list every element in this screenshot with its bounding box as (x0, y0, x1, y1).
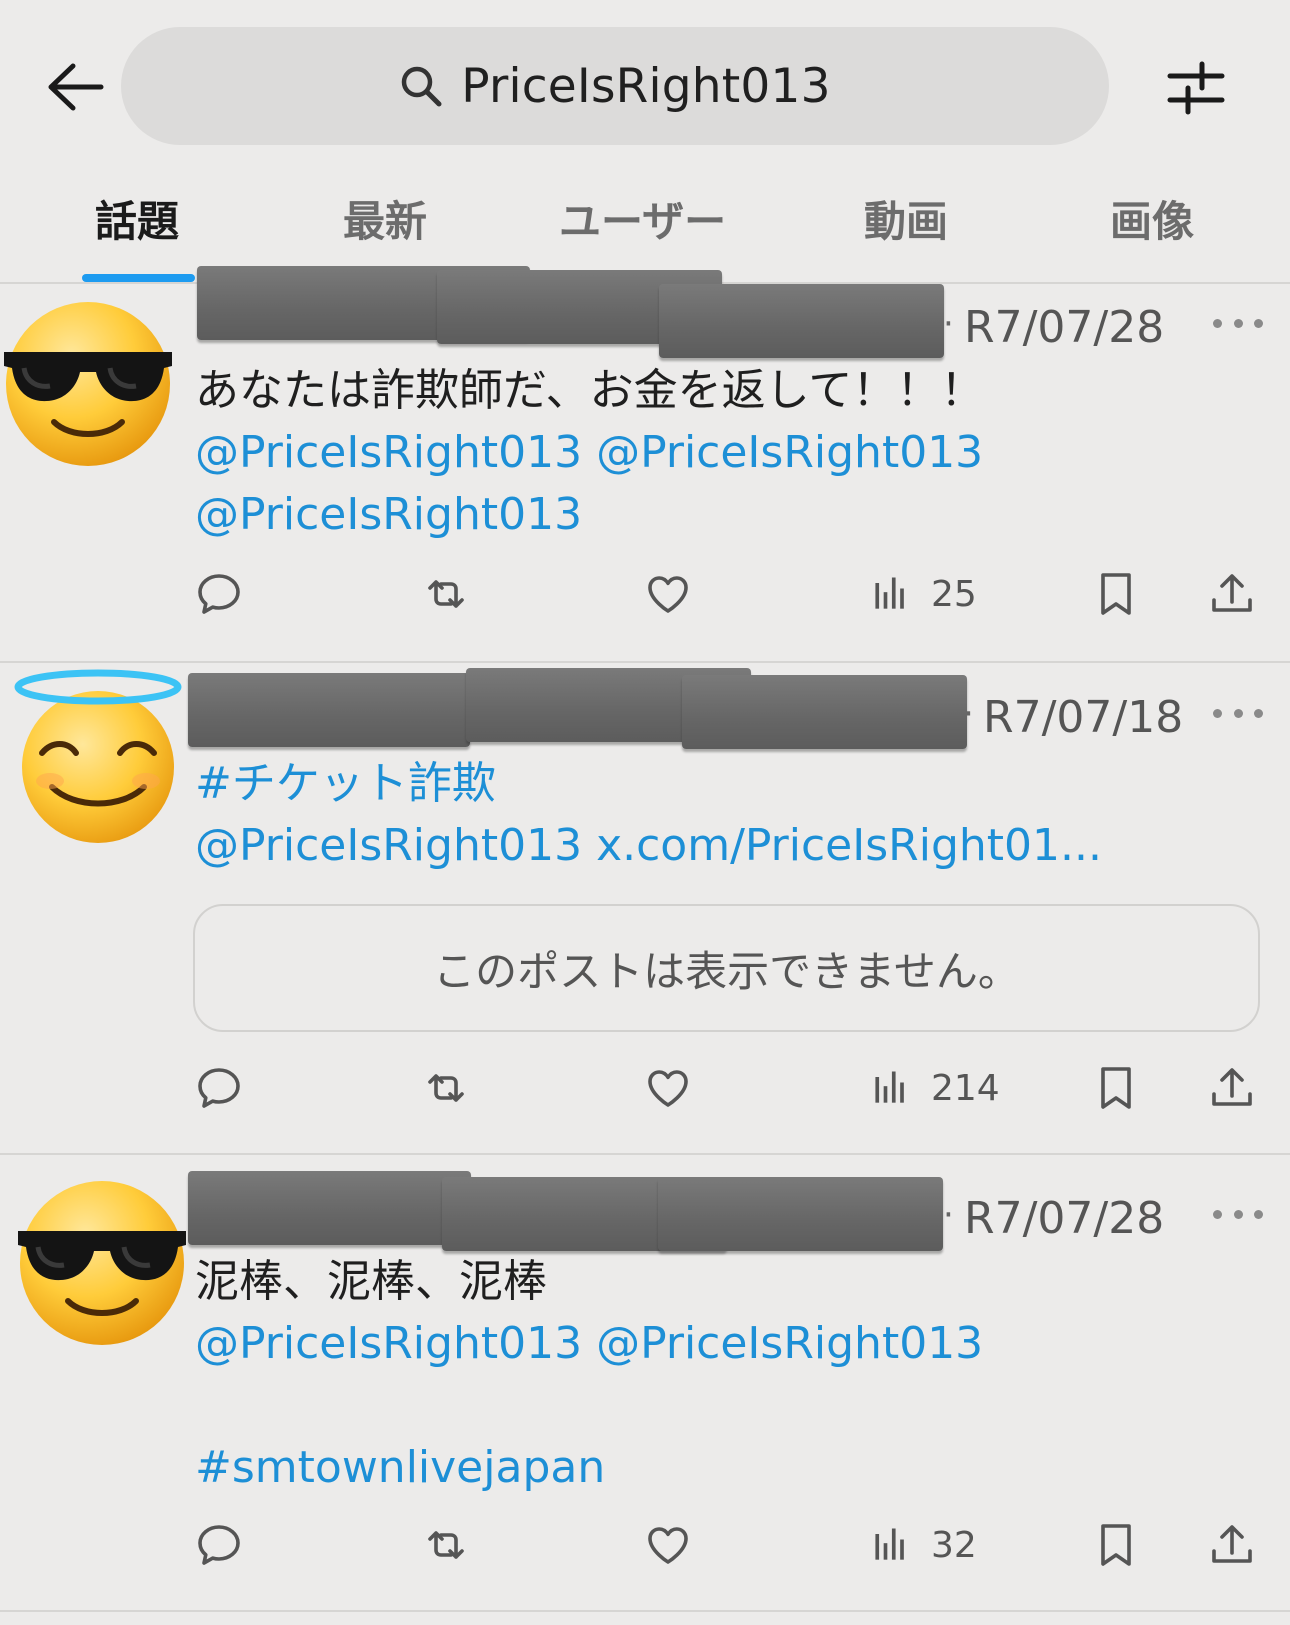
url-link[interactable]: x.com/PriceIsRight01... (596, 820, 1102, 871)
tab-latest[interactable]: 最新 (343, 188, 427, 249)
share-button[interactable] (1208, 1515, 1256, 1575)
bookmark-button[interactable] (1092, 564, 1140, 624)
reply-icon (195, 1064, 243, 1112)
repost-button[interactable] (418, 564, 474, 624)
search-filter-button[interactable] (1160, 52, 1232, 124)
more-options-button[interactable] (1213, 698, 1263, 728)
share-icon (1208, 1521, 1256, 1569)
bookmark-icon (1092, 1062, 1140, 1114)
mention-link[interactable]: @PriceIsRight013 (596, 1318, 983, 1369)
bookmark-icon (1092, 568, 1140, 620)
tab-images[interactable]: 画像 (1110, 188, 1194, 249)
reply-icon (195, 570, 243, 618)
unavailable-quote-card: このポストは表示できません。 (193, 904, 1260, 1032)
view-count: 214 (931, 1067, 1000, 1109)
reply-icon (195, 1521, 243, 1569)
back-arrow-icon (48, 63, 104, 111)
views-button[interactable]: 32 (869, 1515, 977, 1575)
mention-link[interactable]: @PriceIsRight013 (195, 1318, 582, 1369)
views-button[interactable]: 214 (869, 1058, 1000, 1118)
search-input[interactable]: PriceIsRight013 (121, 27, 1109, 145)
heart-icon (644, 1064, 692, 1112)
repost-button[interactable] (418, 1058, 474, 1118)
redacted-username (188, 673, 470, 747)
search-query: PriceIsRight013 (461, 58, 831, 114)
sliders-icon (1167, 61, 1225, 115)
separator-dot: · (943, 304, 954, 344)
post-text: あなたは詐欺師だ、お金を返して！！！ (195, 365, 985, 416)
unavailable-message: このポストは表示できません。 (433, 946, 1020, 996)
active-tab-indicator (82, 274, 195, 282)
reply-button[interactable] (195, 564, 243, 624)
redacted-handle (658, 1177, 943, 1251)
search-icon (402, 66, 442, 107)
repost-button[interactable] (418, 1515, 474, 1575)
share-button[interactable] (1208, 1058, 1256, 1118)
post-2[interactable]: · R7/07/18 #チケット詐欺 @PriceIsRight013 x.co… (0, 663, 1290, 1155)
repost-icon (418, 1521, 474, 1569)
mention-link[interactable]: @PriceIsRight013 (195, 427, 582, 478)
mention-link[interactable]: @PriceIsRight013 (195, 489, 582, 540)
share-icon (1208, 1064, 1256, 1112)
views-chart-icon (869, 1521, 913, 1569)
view-count: 32 (931, 1524, 977, 1566)
heart-icon (644, 1521, 692, 1569)
reply-button[interactable] (195, 1058, 243, 1118)
heart-icon (644, 570, 692, 618)
share-button[interactable] (1208, 564, 1256, 624)
separator-dot: · (943, 1195, 954, 1235)
share-icon (1208, 570, 1256, 618)
redacted-username (188, 1171, 471, 1245)
like-button[interactable] (644, 1058, 692, 1118)
separator-dot: · (963, 694, 974, 734)
mention-link[interactable]: @PriceIsRight013 (596, 427, 983, 478)
top-bar: PriceIsRight013 (0, 0, 1290, 170)
bookmark-button[interactable] (1092, 1515, 1140, 1575)
mention-link[interactable]: @PriceIsRight013 (195, 820, 582, 871)
post-actions: 214 (0, 1058, 1290, 1118)
like-button[interactable] (644, 564, 692, 624)
tab-users[interactable]: ユーザー (559, 188, 726, 249)
post-actions: 25 (0, 564, 1290, 624)
post-date: R7/07/28 (964, 302, 1165, 353)
back-button[interactable] (40, 52, 110, 122)
search-tabs: 話題 最新 ユーザー 動画 画像 (0, 170, 1290, 284)
tab-videos[interactable]: 動画 (864, 188, 948, 249)
more-options-button[interactable] (1213, 308, 1263, 338)
bookmark-icon (1092, 1519, 1140, 1571)
post-3[interactable]: · R7/07/28 泥棒、泥棒、泥棒 @PriceIsRight013 @Pr… (0, 1155, 1290, 1612)
post-text: 泥棒、泥棒、泥棒 (195, 1256, 547, 1307)
avatar-halo-emoji[interactable] (8, 663, 188, 843)
repost-icon (418, 570, 474, 618)
hashtag-link[interactable]: #smtownlivejapan (195, 1442, 605, 1493)
like-button[interactable] (644, 1515, 692, 1575)
post-actions: 32 (0, 1515, 1290, 1575)
views-chart-icon (869, 570, 913, 618)
avatar-sunglasses-emoji[interactable] (0, 294, 178, 474)
repost-icon (418, 1064, 474, 1112)
post-date: R7/07/18 (983, 692, 1184, 743)
views-button[interactable]: 25 (869, 564, 977, 624)
post-1[interactable]: · R7/07/28 あなたは詐欺師だ、お金を返して！！！ @PriceIsRi… (0, 266, 1290, 663)
avatar-sunglasses-emoji[interactable] (12, 1173, 192, 1353)
more-options-button[interactable] (1213, 1199, 1263, 1229)
bookmark-button[interactable] (1092, 1058, 1140, 1118)
reply-button[interactable] (195, 1515, 243, 1575)
post-date: R7/07/28 (964, 1193, 1165, 1244)
hashtag-link[interactable]: #チケット詐欺 (195, 758, 496, 809)
redacted-handle (659, 284, 944, 358)
redacted-handle (682, 675, 967, 749)
views-chart-icon (869, 1064, 913, 1112)
view-count: 25 (931, 573, 977, 615)
tab-top[interactable]: 話題 (95, 188, 179, 249)
